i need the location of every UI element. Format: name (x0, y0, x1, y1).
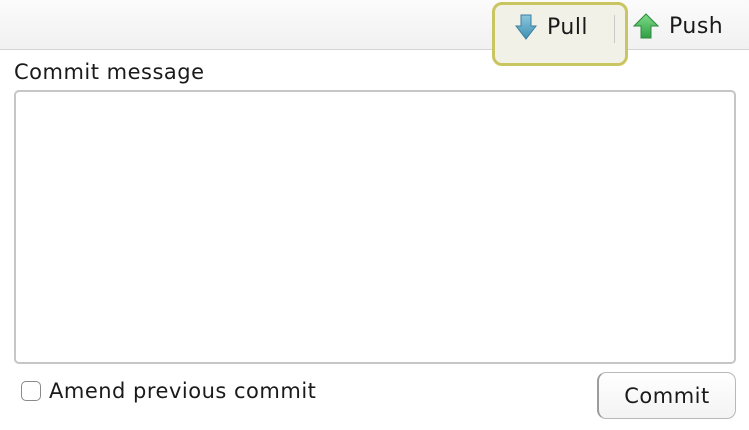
commit-message-input[interactable] (14, 90, 736, 364)
commit-button[interactable]: Commit (597, 372, 736, 419)
pull-button-label: Pull (547, 14, 589, 40)
arrow-up-icon (633, 13, 659, 39)
arrow-down-icon (515, 14, 537, 40)
push-button[interactable]: Push (633, 6, 723, 46)
commit-message-label: Commit message (14, 60, 205, 84)
toolbar-divider (614, 15, 615, 43)
amend-row: Amend previous commit (21, 376, 316, 406)
pull-button[interactable]: Pull (492, 2, 628, 66)
amend-checkbox[interactable] (21, 381, 41, 401)
push-button-label: Push (669, 13, 724, 39)
amend-label[interactable]: Amend previous commit (49, 379, 316, 403)
